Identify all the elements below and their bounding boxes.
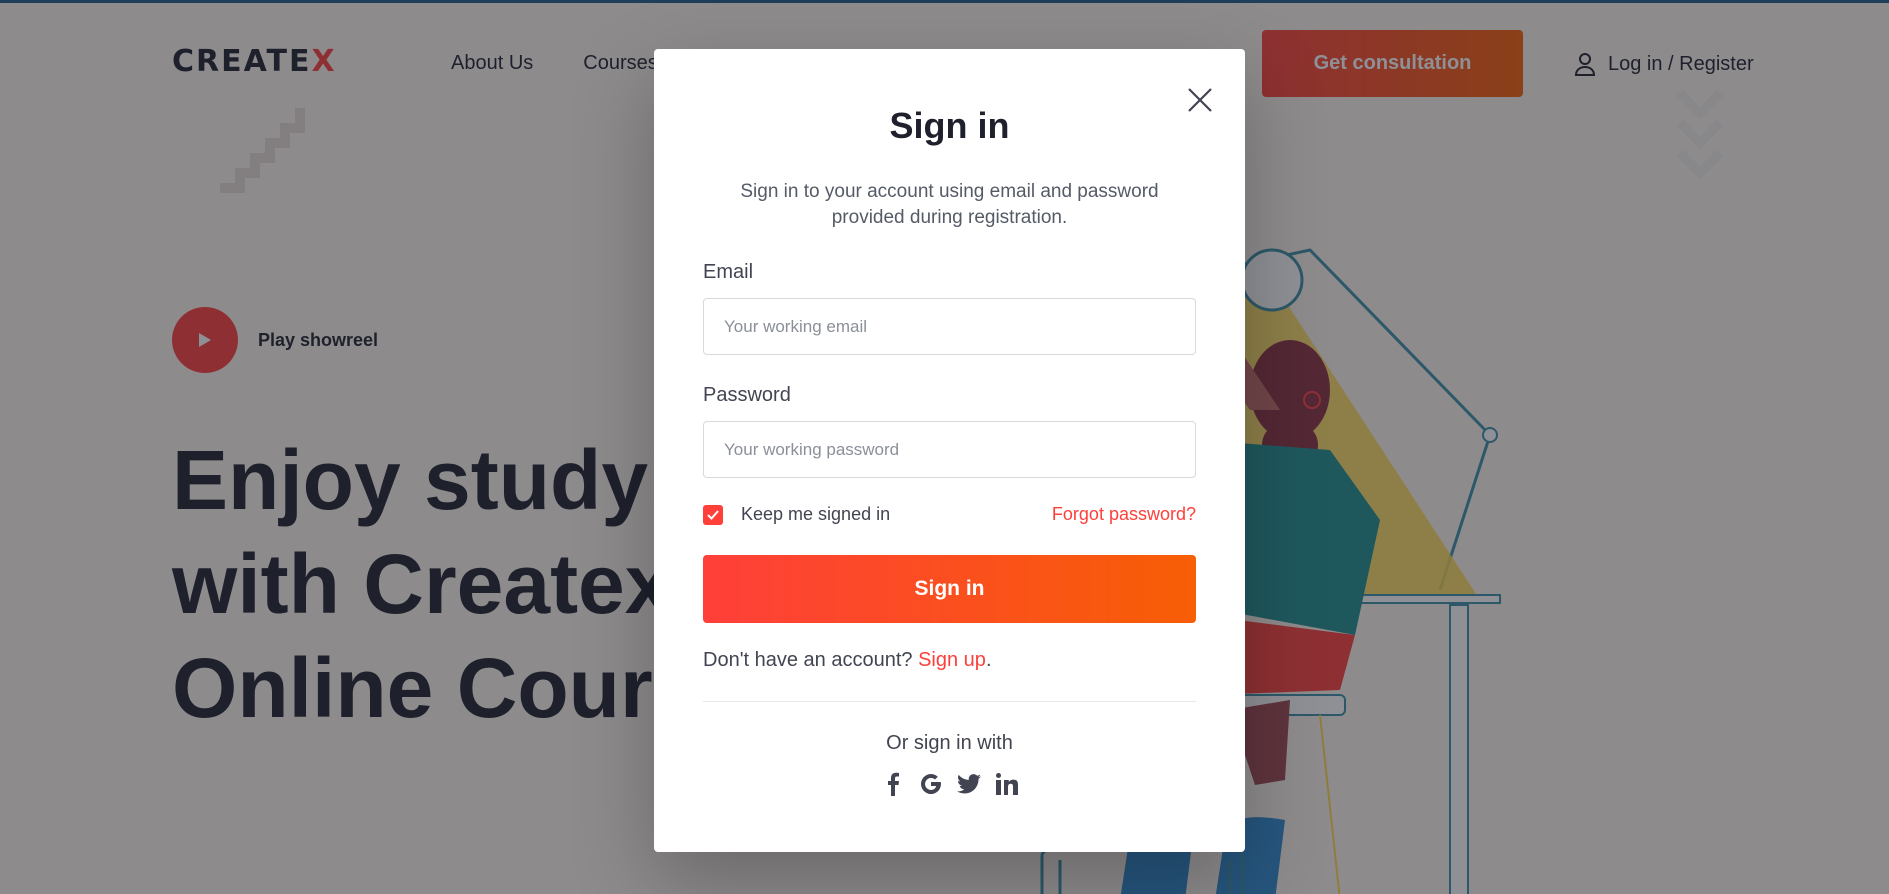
signup-prompt: Don't have an account? Sign up. [703, 649, 992, 672]
social-sign-in [654, 771, 1245, 797]
keep-signed-in-label: Keep me signed in [741, 504, 891, 524]
no-account-text: Don't have an account? [703, 649, 913, 671]
forgot-password-link[interactable]: Forgot password? [1052, 504, 1196, 525]
modal-subtitle: Sign in to your account using email and … [740, 181, 1159, 228]
sign-in-modal: Sign in Sign in to your account using em… [654, 49, 1245, 852]
password-label: Password [703, 384, 791, 406]
twitter-icon [956, 774, 981, 794]
or-sign-in-with-text: Or sign in with [886, 732, 1013, 754]
google-button[interactable] [919, 771, 943, 797]
signup-suffix: . [985, 649, 992, 671]
sign-in-button[interactable]: Sign in [703, 555, 1196, 623]
options-row: Keep me signed in Forgot password? [703, 504, 1196, 525]
linkedin-button[interactable] [995, 771, 1019, 797]
check-icon [707, 509, 719, 520]
modal-title: Sign in [889, 105, 1010, 146]
email-field[interactable] [703, 298, 1196, 355]
sign-up-link[interactable]: Sign up [918, 649, 986, 671]
google-icon [920, 774, 941, 795]
facebook-button[interactable] [881, 771, 905, 797]
keep-signed-in[interactable]: Keep me signed in [703, 504, 890, 525]
facebook-icon [887, 772, 899, 796]
linkedin-icon [995, 773, 1018, 795]
divider [703, 701, 1196, 702]
email-label: Email [703, 261, 754, 283]
twitter-button[interactable] [956, 771, 981, 797]
password-field[interactable] [703, 421, 1196, 478]
keep-signed-in-checkbox[interactable] [703, 504, 723, 525]
